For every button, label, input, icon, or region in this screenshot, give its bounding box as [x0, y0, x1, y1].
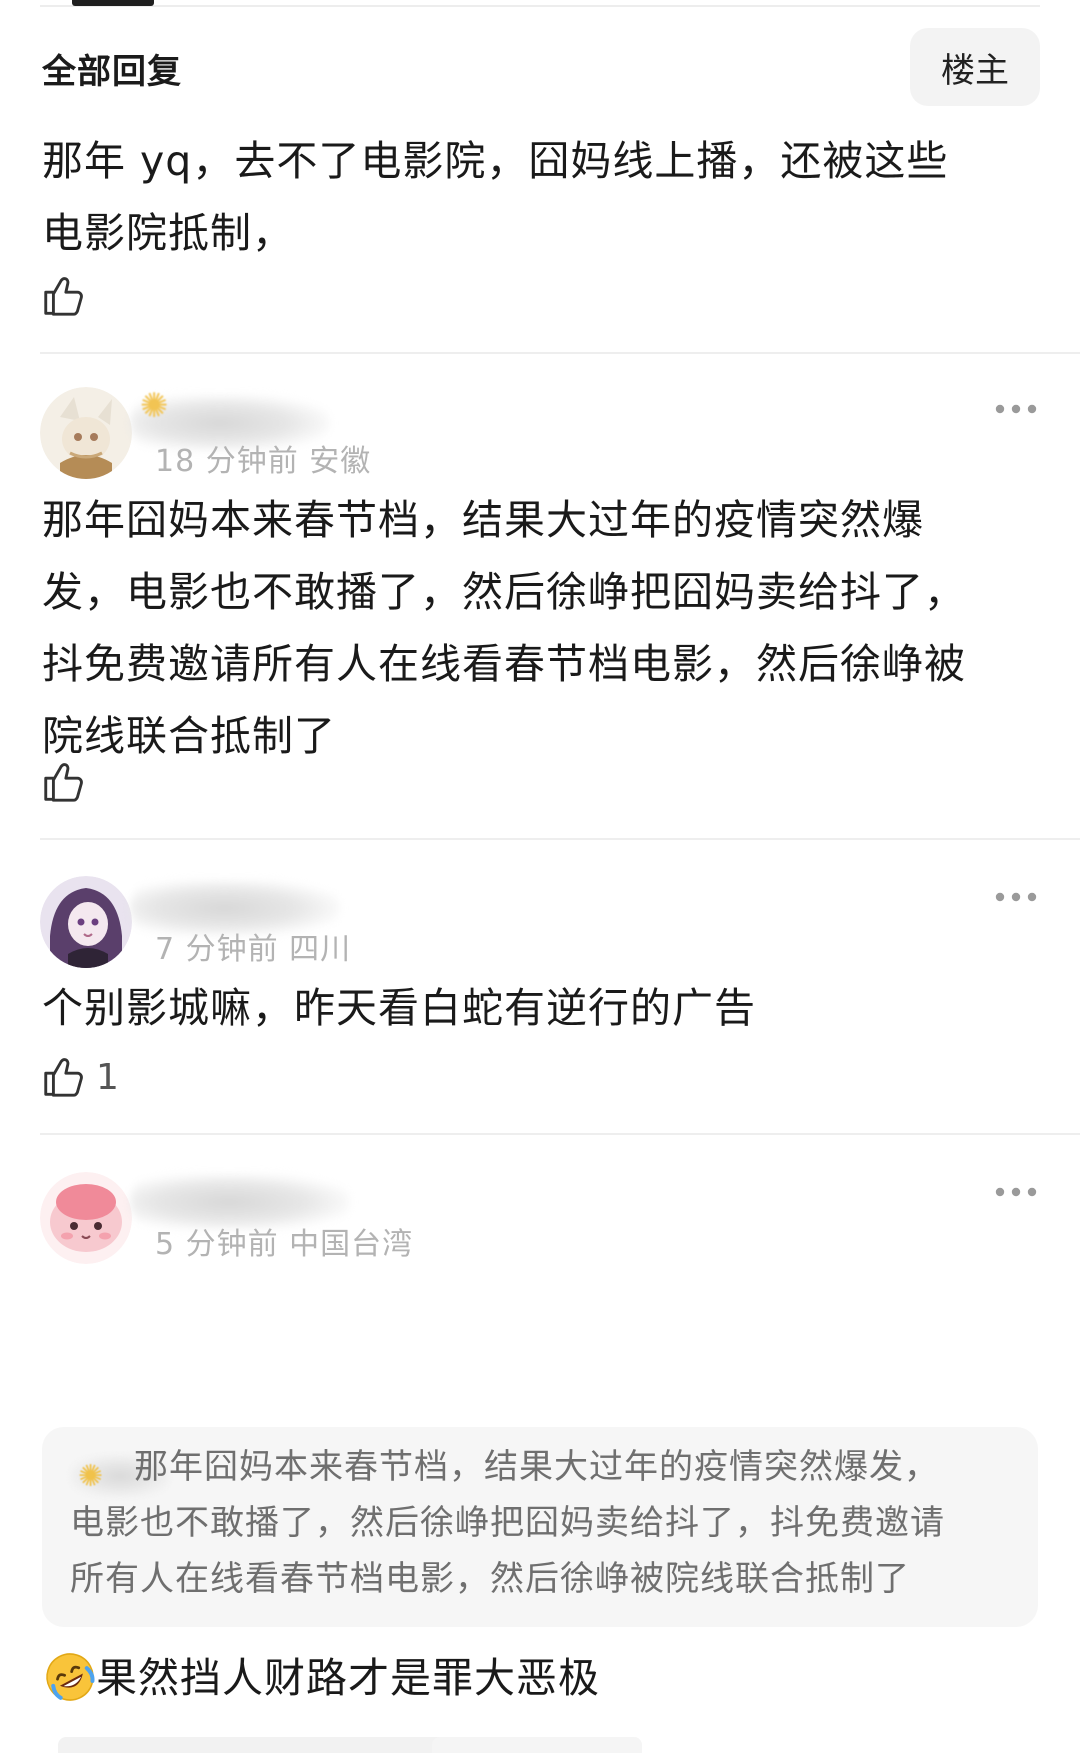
comment-3-like-row[interactable]: 1: [40, 1047, 119, 1107]
quoted-text: 那年囧妈本来春节档，结果大过年的疫情突然爆发， 电影也不敢播了，然后徐峥把囧妈卖…: [70, 1439, 1030, 1607]
author-only-toggle[interactable]: 楼主: [910, 28, 1040, 106]
bottom-bar-blurred: [432, 1737, 642, 1753]
like-count: 1: [96, 1056, 119, 1098]
more-dots-icon[interactable]: [994, 403, 1038, 415]
comment-divider: [40, 352, 1080, 354]
avatar-image: [40, 876, 132, 968]
thumbs-up-icon[interactable]: [40, 273, 86, 319]
comment-2-line-1: 那年囧妈本来春节档，结果大过年的疫情突然爆: [42, 496, 924, 544]
thumbs-up-icon[interactable]: [40, 1054, 86, 1100]
comment-2-line-4: 院线联合抵制了: [42, 712, 336, 760]
comment-divider: [40, 1133, 1080, 1135]
comment-4-meta: 5 分钟前 中国台湾: [155, 1227, 414, 1262]
comment-3-text: 个别影城嘛，昨天看白蛇有逆行的广告: [42, 972, 1042, 1044]
reply-page: 全部回复 楼主 那年 yq，去不了电影院，囧妈线上播，还被这些 电影院抵制， ✺…: [0, 0, 1080, 1753]
avatar-image: [40, 387, 132, 479]
comment-2-text: 那年囧妈本来春节档，结果大过年的疫情突然爆 发，电影也不敢播了，然后徐峥把囧妈卖…: [42, 484, 1042, 772]
comment-1-line-1: 那年 yq，去不了电影院，囧妈线上播，还被这些: [42, 137, 949, 185]
more-dots-icon[interactable]: [994, 891, 1038, 903]
more-dots-icon[interactable]: [994, 1186, 1038, 1198]
quoted-line-1: 那年囧妈本来春节档，结果大过年的疫情突然爆发，: [134, 1447, 939, 1487]
avatar-image: [40, 1172, 132, 1264]
comment-2-line-2: 发，电影也不敢播了，然后徐峥把囧妈卖给抖了，: [42, 568, 966, 616]
comment-divider: [40, 838, 1080, 840]
top-divider: [40, 5, 1040, 7]
avatar[interactable]: [40, 1172, 132, 1264]
avatar[interactable]: [40, 387, 132, 479]
comment-2-like-row[interactable]: [40, 752, 86, 812]
comment-4-text: 果然挡人财路才是罪大恶极: [96, 1654, 600, 1702]
thumbs-up-icon[interactable]: [40, 759, 86, 805]
comment-2-meta: 18 分钟前 安徽: [155, 444, 372, 479]
badge-icon: ✺: [140, 386, 169, 426]
comment-1-line-2: 电影院抵制，: [42, 209, 294, 257]
quoted-reply[interactable]: ✺ 那年囧妈本来春节档，结果大过年的疫情突然爆发， 电影也不敢播了，然后徐峥把囧…: [42, 1427, 1038, 1627]
comment-1-like-row[interactable]: [40, 266, 86, 326]
replies-header: 全部回复 楼主: [40, 28, 1040, 108]
comment-2-line-3: 抖免费邀请所有人在线看春节档电影，然后徐峥被: [42, 640, 966, 688]
quoted-line-2: 电影也不敢播了，然后徐峥把囧妈卖给抖了，抖免费邀请: [70, 1503, 945, 1543]
comment-1-text: 那年 yq，去不了电影院，囧妈线上播，还被这些 电影院抵制，: [42, 125, 1042, 269]
laughing-emoji-icon: [46, 1653, 95, 1701]
quoted-line-3: 所有人在线看春节档电影，然后徐峥被院线联合抵制了: [70, 1559, 910, 1599]
comment-3-meta: 7 分钟前 四川: [155, 932, 352, 967]
active-tab-indicator: [72, 0, 154, 6]
comment-3-line-1: 个别影城嘛，昨天看白蛇有逆行的广告: [42, 984, 756, 1032]
all-replies-title: 全部回复: [42, 52, 182, 92]
avatar[interactable]: [40, 876, 132, 968]
